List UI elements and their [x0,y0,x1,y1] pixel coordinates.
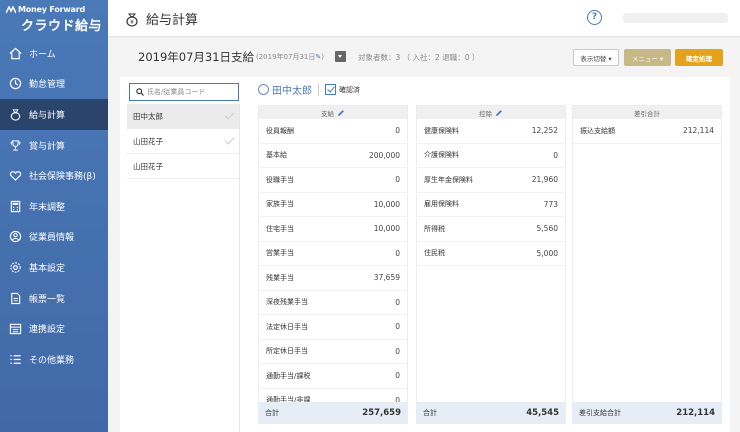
confirmed-label: 確認済 [339,85,360,94]
sidebar-item-label: 勤怠管理 [29,80,66,91]
sidebar: Money Forward クラウド給与 ホーム勤怠管理給与計算賞与計算社会保険… [0,0,108,432]
table-row: 役職手当 0 [259,168,407,193]
net-title: 差引合計 [634,109,660,118]
table-row: 厚生年金保険料 21,960 [417,168,565,193]
svg-text:¥: ¥ [130,19,134,26]
table-row: 住宅手当 10,000 [259,217,407,242]
link-icon [8,322,22,336]
help-icon[interactable]: ? [587,10,602,25]
sidebar-item-7[interactable]: 基本設定 [0,252,108,283]
sidebar-item-5[interactable]: 年末調整 [0,191,108,222]
table-row: 基本給 200,000 [259,144,407,168]
view-toggle-button[interactable]: 表示切替 ▾ [573,49,619,66]
check-icon [224,109,235,120]
gear-icon [8,260,22,274]
sidebar-item-6[interactable]: 従業員情報 [0,222,108,253]
table-row: 深夜残業手当 0 [259,291,407,315]
table-row: 法定休日手当 0 [259,315,407,340]
confirm-button[interactable]: 確定処理 [675,49,723,66]
confirmed-checkbox[interactable] [325,84,336,95]
deductions-total-row: 合計 45,545 [416,402,566,423]
brand-top-text: Money Forward [18,5,86,14]
sidebar-item-label: 帳票一覧 [29,294,66,305]
top-header: ¥ 給与計算 ? [108,0,740,37]
menu-button[interactable]: メニュー ▾ [624,49,671,66]
sidebar-item-1[interactable]: 勤怠管理 [0,69,108,100]
trophy-icon [8,138,22,152]
net-total-table: 差引合計 振込支給額 212,114 [572,105,722,424]
table-row: 役員報酬 0 [259,119,407,144]
sidebar-item-label: 給与計算 [29,110,66,121]
document-icon [8,291,22,305]
calculator-icon [8,199,22,213]
employee-header: 田中太郎 確認済 [258,82,360,97]
table-row: 介護保険料 0 [417,144,565,168]
home-icon [8,46,22,60]
payments-title: 支給 [321,109,334,118]
table-row: 所得税 5,560 [417,217,565,242]
person-icon [258,84,269,95]
table-row: 健康保険料 12,252 [417,119,565,144]
pay-date-title: 2019年07月31日支給 [138,50,255,64]
pay-date-sub: (2019年07月31日✎) [256,53,324,61]
brand-logo[interactable]: Money Forward クラウド給与 [0,0,108,38]
sidebar-item-label: その他業務 [29,355,75,366]
pencil-icon[interactable] [495,109,503,117]
search-icon [136,88,144,96]
sidebar-item-2[interactable]: 給与計算 [0,99,108,130]
table-row: 振込支給額 212,114 [573,119,721,144]
payroll-content: 氏名/従業員コード 田中太郎 山田花子 山田花子 田中太郎 確認済 支給 役員報酬 0… [120,77,730,432]
payments-total-row: 合計 257,659 [258,402,408,423]
brand-product-name: クラウド給与 [21,19,103,34]
sidebar-item-9[interactable]: 連携設定 [0,313,108,344]
table-row: 住民税 5,000 [417,242,565,266]
employee-list: 田中太郎 山田花子 山田花子 [127,104,240,432]
sidebar-item-label: 基本設定 [29,263,66,274]
heart-icon [8,169,22,183]
sidebar-item-8[interactable]: 帳票一覧 [0,283,108,314]
sidebar-item-10[interactable]: その他業務 [0,344,108,375]
sidebar-item-label: 従業員情報 [29,233,75,244]
check-icon [224,134,235,145]
net-total-row: 差引支給合計 212,114 [572,402,722,423]
employee-stats: 対象者数：3 （ 入社：2 退職：0 ） [358,53,480,62]
table-row: 所定休日手当 0 [259,340,407,364]
table-row: 通勤手当/課税 0 [259,364,407,389]
money-forward-logo-icon [6,5,16,13]
sidebar-item-3[interactable]: 賞与計算 [0,130,108,161]
table-row: 雇用保険料 773 [417,193,565,217]
sidebar-item-label: ホーム [29,49,56,60]
sidebar-item-label: 連携設定 [29,325,66,336]
table-row: 営業手当 0 [259,242,407,266]
sidebar-item-label: 賞与計算 [29,141,66,152]
employee-list-item[interactable]: 山田花子 [127,129,239,154]
employee-list-item[interactable]: 山田花子 [127,154,239,179]
deductions-table: 控除 健康保険料 12,252 介護保険料 0 厚生年金保険料 21,960 雇用保険料 77… [416,105,566,424]
pay-date-dropdown[interactable] [335,51,346,62]
sidebar-item-0[interactable]: ホーム [0,38,108,69]
table-row: 残業手当 37,659 [259,266,407,291]
employee-list-item[interactable]: 田中太郎 [127,104,239,129]
sidebar-item-4[interactable]: 社会保険事務(β) [0,160,108,191]
pencil-icon[interactable] [337,109,345,117]
list-icon [8,352,22,366]
sidebar-item-label: 年末調整 [29,202,66,213]
clock-icon [8,77,22,91]
selected-employee-name[interactable]: 田中太郎 [272,82,312,97]
table-row: 家族手当 10,000 [259,193,407,217]
money-bag-icon: ¥ [126,13,138,27]
employee-search-input[interactable]: 氏名/従業員コード [129,83,239,101]
person-icon [8,230,22,244]
money-bag-icon [8,107,22,121]
payroll-toolbar: 2019年07月31日支給 (2019年07月31日✎) 対象者数：3 （ 入社… [108,37,740,77]
user-menu[interactable] [623,13,728,23]
deductions-title: 控除 [479,109,492,118]
sidebar-item-label: 社会保険事務(β) [29,172,96,183]
page-title: 給与計算 [146,13,199,28]
payments-table: 支給 役員報酬 0 基本給 200,000 役職手当 0 家族手当 10,000 住宅手当 10,… [258,105,408,424]
